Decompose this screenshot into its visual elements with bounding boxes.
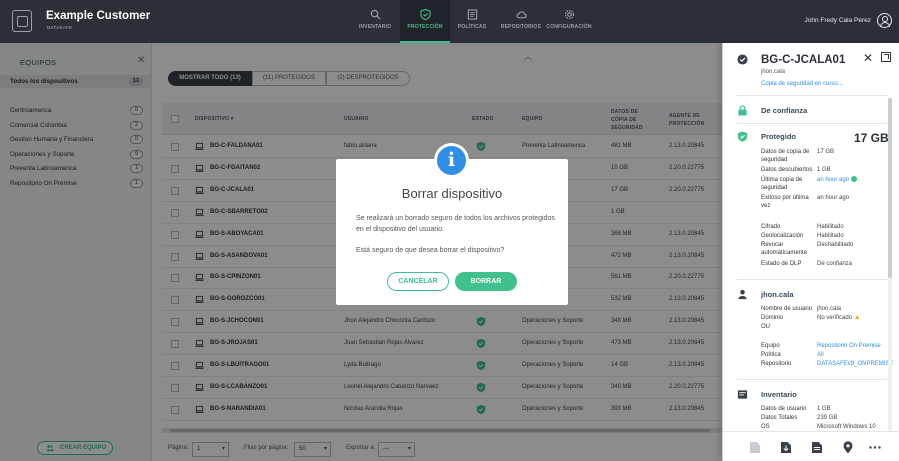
encryption-value: Habilitado xyxy=(817,224,844,230)
dialog-title: Borrar dispositivo xyxy=(401,186,503,201)
user-section-title: jhon.cala xyxy=(761,290,794,299)
nav-label: INVENTARIO xyxy=(358,24,392,30)
check-circle-icon xyxy=(850,176,857,183)
divider xyxy=(737,279,887,280)
repository-label: Repositorio xyxy=(761,361,792,367)
nav-repositorios[interactable]: REPOSITORIOS xyxy=(496,0,546,43)
top-bar: Example Customer DATASAFE INVENTARIO PRO… xyxy=(0,0,899,43)
username-label: Nombre de usuario xyxy=(761,306,813,312)
nav-label: CONFIGURACIÓN xyxy=(546,24,592,30)
last-backup-value: an hour ago xyxy=(817,176,857,184)
username-value: jhon.cala xyxy=(817,306,842,312)
ou-label: OU xyxy=(761,324,770,330)
panel-action-bar xyxy=(723,431,899,461)
total-data-value: 239 GB xyxy=(817,415,838,421)
cloud-icon xyxy=(515,11,527,19)
geolocation-value: Habilitado xyxy=(817,233,844,239)
dialog-message: Se realizará un borrado seguro de todos … xyxy=(356,215,555,233)
dialog-question: Está seguro de que desea borrar el dispo… xyxy=(356,247,505,254)
geolocation-label: Geolocalización xyxy=(761,233,804,239)
panel-scrollbar[interactable] xyxy=(888,98,892,458)
os-value: Microsoft Windows 10 xyxy=(817,424,876,430)
team-label: Equipo xyxy=(761,343,780,349)
delete-button[interactable]: BORRAR xyxy=(455,272,517,291)
discovered-value: 1 GB xyxy=(817,167,831,173)
policy-icon xyxy=(467,9,477,20)
divider xyxy=(737,379,887,380)
inventory-section-title: Inventario xyxy=(761,390,797,399)
encryption-label: Cifrado xyxy=(761,224,781,230)
dlp-value: De confianza xyxy=(817,261,853,267)
report-file-icon[interactable] xyxy=(811,441,823,454)
user-data-label: Datos de usuario xyxy=(761,406,807,412)
nav-proteccion[interactable]: PROTECCIÓN xyxy=(400,0,450,43)
policy-link[interactable]: All xyxy=(817,351,824,359)
more-options-icon[interactable] xyxy=(869,441,881,454)
inventory-icon xyxy=(737,390,748,399)
protected-size: 17 GB xyxy=(854,131,889,145)
nav-label: REPOSITORIOS xyxy=(500,24,542,30)
divider xyxy=(737,95,887,96)
domain-label: Dominio xyxy=(761,315,784,321)
location-pin-icon[interactable] xyxy=(842,441,854,454)
download-file-icon[interactable] xyxy=(780,441,792,454)
team-link[interactable]: Repositorio On Premise xyxy=(817,342,881,350)
nav-configuracion[interactable]: CONFIGURACIÓN xyxy=(544,0,594,43)
nav-label: PROTECCIÓN xyxy=(407,24,443,30)
lock-icon xyxy=(738,105,747,116)
cancel-button[interactable]: CANCELAR xyxy=(387,272,449,291)
current-user-name[interactable]: John Fredy Cala Perez xyxy=(805,17,871,24)
divider xyxy=(737,123,887,124)
shield-check-icon xyxy=(737,131,748,142)
total-data-label: Datos Totales xyxy=(761,415,798,421)
protection-status: Protegido xyxy=(761,132,796,141)
datasafe-logo-icon xyxy=(12,10,32,32)
domain-value: No verificado ▲ xyxy=(817,314,861,321)
shield-icon xyxy=(419,9,431,20)
device-status-icon xyxy=(737,54,748,65)
dlp-label: Estado de DLP xyxy=(761,261,802,267)
nav-label: POLÍTICAS xyxy=(457,24,487,30)
device-file-icon[interactable] xyxy=(749,441,761,454)
gear-icon xyxy=(564,9,574,20)
delete-device-dialog: Borrar dispositivo Se realizará un borra… xyxy=(336,159,568,305)
repository-link[interactable]: DATASAFEv9_ONPREMISE xyxy=(817,360,893,368)
policy-label: Política xyxy=(761,352,781,358)
backup-status: Copia de seguridad en curso... xyxy=(761,81,843,87)
backup-data-value: 17 GB xyxy=(817,149,835,155)
info-icon: i xyxy=(434,143,469,178)
last-success-label: Exitoso por última vez xyxy=(761,195,809,209)
device-detail-panel: BG-C-JCALA01 jhon.cala Copia de segurida… xyxy=(722,43,899,461)
last-backup-label: Última copia de seguridad xyxy=(761,177,803,191)
close-icon[interactable]: ✕ xyxy=(863,51,873,65)
user-data-value: 1 GB xyxy=(817,406,831,412)
open-external-icon[interactable] xyxy=(881,52,891,62)
auto-revoke-value: Deshabilitado xyxy=(817,242,854,248)
nav-inventario[interactable]: INVENTARIO xyxy=(350,0,400,43)
auto-revoke-label: Revocar automáticamente xyxy=(761,242,808,256)
nav-politicas[interactable]: POLÍTICAS xyxy=(447,0,497,43)
user-icon xyxy=(738,289,747,300)
warning-icon: ▲ xyxy=(853,314,861,321)
last-success-value: an hour ago xyxy=(817,195,850,201)
user-avatar-icon[interactable] xyxy=(877,13,892,28)
device-user: jhon.cala xyxy=(761,69,786,75)
device-title: BG-C-JCALA01 xyxy=(761,54,846,66)
search-icon xyxy=(370,9,381,20)
customer-name: Example Customer xyxy=(46,10,151,22)
product-name: DATASAFE xyxy=(47,25,73,30)
os-label: OS xyxy=(761,424,770,430)
trust-status: De confianza xyxy=(761,106,808,115)
discovered-label: Datos descubiertos xyxy=(761,167,813,173)
backup-data-label: Datos de copia de seguridad xyxy=(761,149,810,163)
